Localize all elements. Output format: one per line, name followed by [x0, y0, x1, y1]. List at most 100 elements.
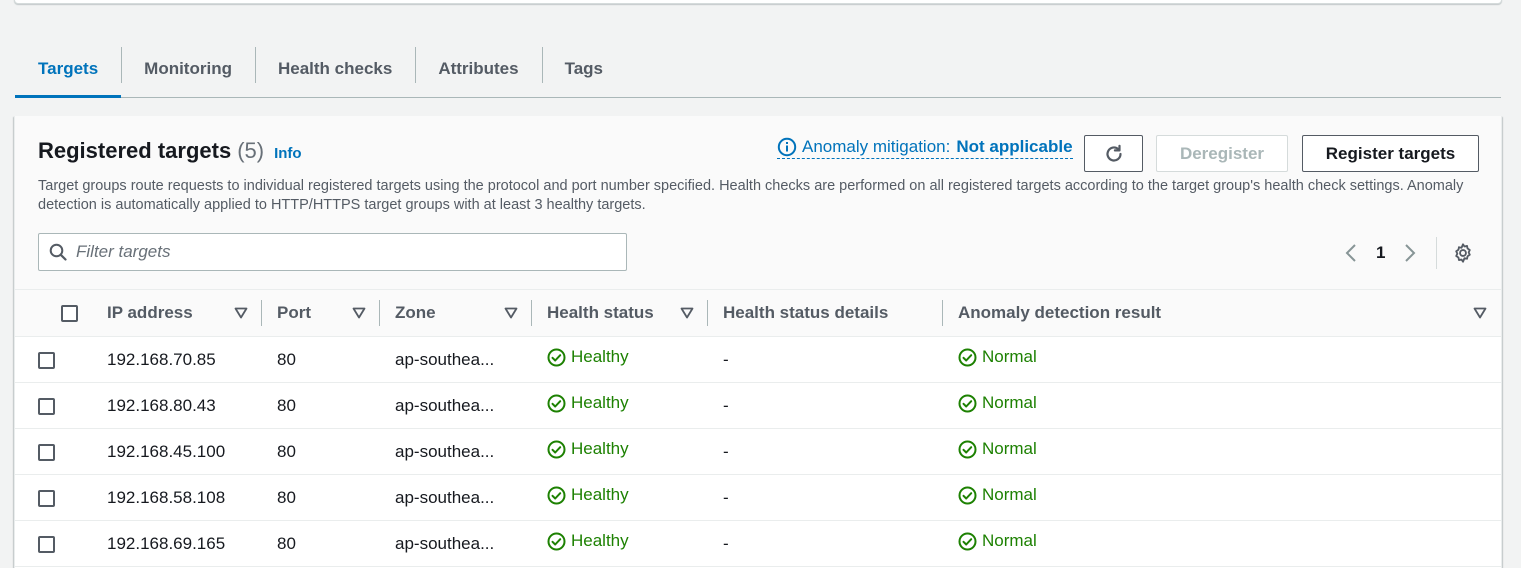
table-row[interactable]: 192.168.45.100 80 ap-southea... Healthy - Nor…: [15, 429, 1501, 475]
cell-ip-address: 192.168.70.85: [107, 349, 216, 369]
check-circle-icon: [547, 348, 571, 367]
cell-ip-address: 192.168.45.100: [107, 441, 226, 461]
cell-health-status: Healthy: [532, 337, 708, 383]
tab-targets[interactable]: Targets: [15, 40, 122, 98]
cell-health-status-details: -: [723, 349, 729, 369]
cell-ip-address: 192.168.69.165: [107, 533, 226, 553]
cell-health-status: Healthy: [532, 475, 708, 521]
check-circle-icon: [958, 440, 982, 459]
cell-health-status-details: -: [723, 441, 729, 461]
row-checkbox[interactable]: [38, 535, 55, 553]
caret-down-icon[interactable]: [1473, 307, 1487, 319]
row-checkbox[interactable]: [38, 397, 55, 415]
info-link[interactable]: Info: [274, 145, 302, 162]
select-all-checkbox[interactable]: [61, 304, 78, 322]
cell-anomaly-result: Normal: [943, 429, 1501, 475]
check-circle-icon: [958, 394, 982, 413]
anomaly-mitigation-label: Anomaly mitigation:: [802, 137, 951, 156]
tab-tags[interactable]: Tags: [541, 40, 626, 97]
column-label: Health status: [547, 303, 654, 322]
cell-zone: ap-southea...: [395, 349, 495, 369]
health-status-text: Healthy: [571, 485, 629, 505]
check-circle-icon: [547, 532, 571, 551]
cell-health-status-details: -: [723, 533, 729, 553]
cell-zone: ap-southea...: [395, 441, 495, 461]
refresh-icon: [1105, 144, 1122, 162]
check-circle-icon: [958, 486, 982, 505]
anomaly-result-text: Normal: [982, 347, 1037, 367]
column-health-status[interactable]: Health status: [532, 290, 708, 337]
refresh-button[interactable]: [1084, 135, 1143, 172]
tab-health-checks[interactable]: Health checks: [254, 40, 415, 97]
cell-anomaly-result: Normal: [943, 475, 1501, 521]
panel-header: Registered targets (5) Info Anomaly miti…: [15, 116, 1501, 290]
row-checkbox[interactable]: [38, 443, 55, 461]
table-row[interactable]: 192.168.70.85 80 ap-southea... Healthy - Norm…: [15, 337, 1501, 383]
select-all-header: [15, 290, 92, 337]
cell-port: 80: [277, 395, 296, 415]
targets-table: IP address Port Zone Health status Healt…: [15, 290, 1501, 567]
caret-down-icon[interactable]: [504, 307, 518, 319]
cell-health-status: Healthy: [532, 383, 708, 429]
top-panel-edge: [14, 0, 1502, 4]
gear-icon[interactable]: [1452, 242, 1474, 264]
cell-anomaly-result: Normal: [943, 383, 1501, 429]
table-header-row: IP address Port Zone Health status Healt…: [15, 290, 1501, 337]
tab-attributes[interactable]: Attributes: [415, 40, 541, 97]
anomaly-mitigation-value: Not applicable: [956, 137, 1073, 156]
cell-health-status: Healthy: [532, 521, 708, 567]
column-label: IP address: [107, 303, 193, 322]
search-icon: [49, 243, 67, 261]
pagination-divider: [1436, 237, 1438, 269]
health-status-text: Healthy: [571, 393, 629, 413]
cell-health-status-details: -: [723, 487, 729, 507]
anomaly-mitigation-link[interactable]: Anomaly mitigation: Not applicable: [777, 137, 1073, 159]
filter-targets-input[interactable]: [76, 242, 596, 262]
panel-title: Registered targets: [38, 138, 232, 163]
anomaly-result-text: Normal: [982, 485, 1037, 505]
cell-zone: ap-southea...: [395, 487, 495, 507]
column-label: Zone: [395, 303, 436, 322]
anomaly-result-text: Normal: [982, 531, 1037, 551]
column-ip-address[interactable]: IP address: [92, 290, 262, 337]
cell-ip-address: 192.168.58.108: [107, 487, 226, 507]
panel-description: Target groups route requests to individu…: [38, 178, 1464, 213]
page-number[interactable]: 1: [1376, 243, 1385, 263]
cell-port: 80: [277, 349, 296, 369]
table-row[interactable]: 192.168.69.165 80 ap-southea... Healthy - Nor…: [15, 521, 1501, 567]
caret-down-icon[interactable]: [352, 307, 366, 319]
table-body: 192.168.70.85 80 ap-southea... Healthy - Norm…: [15, 337, 1501, 567]
info-circle-icon: [777, 137, 797, 157]
check-circle-icon: [547, 394, 571, 413]
table-row[interactable]: 192.168.58.108 80 ap-southea... Healthy - Nor…: [15, 475, 1501, 521]
check-circle-icon: [547, 486, 571, 505]
tab-monitoring[interactable]: Monitoring: [121, 40, 255, 97]
pagination: 1: [1340, 237, 1474, 269]
cell-anomaly-result: Normal: [943, 337, 1501, 383]
title-row: Registered targets (5) Info: [38, 138, 302, 164]
cell-zone: ap-southea...: [395, 533, 495, 553]
target-count: (5): [237, 138, 265, 163]
health-status-text: Healthy: [571, 531, 629, 551]
deregister-button[interactable]: Deregister: [1156, 135, 1288, 172]
caret-down-icon[interactable]: [234, 307, 248, 319]
health-status-text: Healthy: [571, 347, 629, 367]
column-zone[interactable]: Zone: [380, 290, 532, 337]
chevron-right-icon[interactable]: [1399, 242, 1421, 264]
caret-down-icon[interactable]: [680, 307, 694, 319]
table-row[interactable]: 192.168.80.43 80 ap-southea... Healthy - Norm…: [15, 383, 1501, 429]
column-health-status-details: Health status details: [708, 290, 943, 337]
tab-bar: Targets Monitoring Health checks Attribu…: [15, 40, 1501, 98]
row-checkbox[interactable]: [38, 489, 55, 507]
chevron-left-icon[interactable]: [1340, 242, 1362, 264]
registered-targets-panel: Registered targets (5) Info Anomaly miti…: [14, 116, 1502, 568]
register-targets-button[interactable]: Register targets: [1302, 135, 1479, 172]
column-port[interactable]: Port: [262, 290, 380, 337]
cell-health-status-details: -: [723, 395, 729, 415]
column-anomaly-detection-result[interactable]: Anomaly detection result: [943, 290, 1501, 337]
cell-zone: ap-southea...: [395, 395, 495, 415]
check-circle-icon: [958, 348, 982, 367]
filter-box[interactable]: [38, 233, 627, 271]
cell-port: 80: [277, 441, 296, 461]
row-checkbox[interactable]: [38, 351, 55, 369]
